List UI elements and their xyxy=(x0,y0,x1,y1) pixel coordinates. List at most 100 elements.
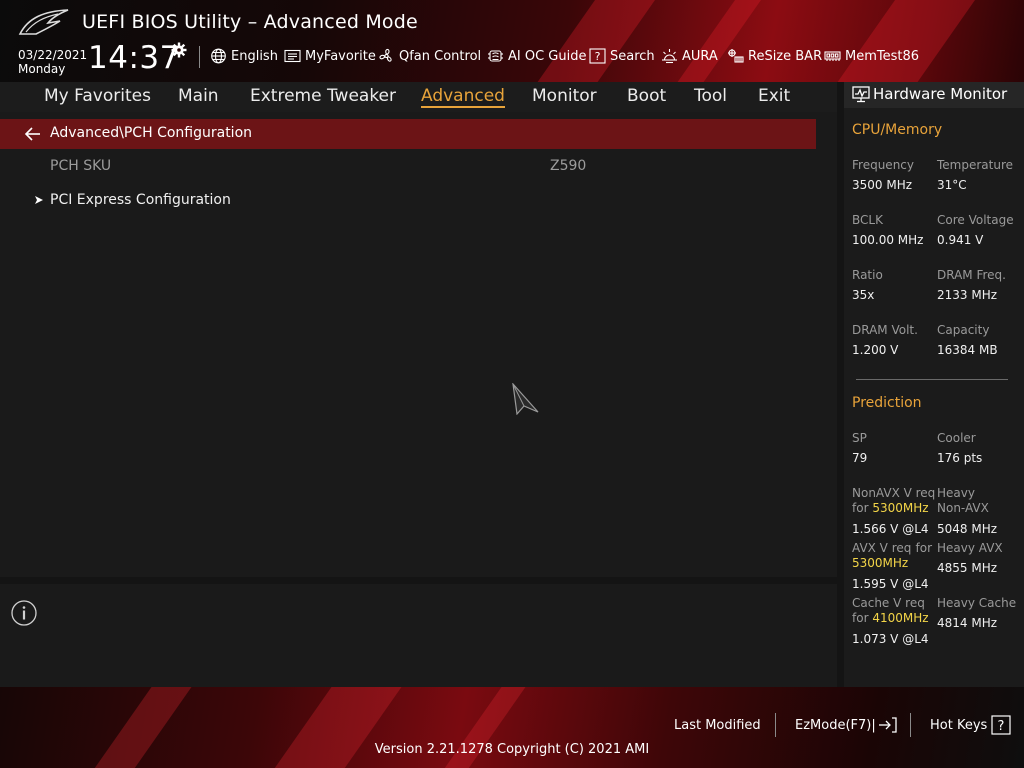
temperature-label: Temperature xyxy=(937,158,1014,172)
ai-chip-icon xyxy=(488,50,503,62)
pci-express-configuration-label: PCI Express Configuration xyxy=(50,192,231,208)
fan-icon xyxy=(379,48,392,62)
monitor-icon xyxy=(852,86,870,103)
header-decor-streak xyxy=(817,0,983,82)
language-button[interactable]: English xyxy=(210,47,278,65)
bclk-label: BCLK xyxy=(852,213,883,227)
breadcrumb-path: Advanced\PCH Configuration xyxy=(50,125,253,141)
sp-value: 79 xyxy=(852,451,868,465)
resize-bar-label: ReSize BAR xyxy=(748,48,823,64)
back-arrow-icon[interactable] xyxy=(24,127,42,141)
cache-vreq-label: Cache V req for 4100MHz xyxy=(852,596,929,626)
header-decor-streak xyxy=(517,0,663,82)
capacity-value: 16384 MB xyxy=(937,343,998,357)
info-icon xyxy=(11,600,37,626)
cooler-value: 176 pts xyxy=(937,451,983,465)
date-display: 03/22/2021 Monday xyxy=(18,48,87,76)
aura-label: AURA xyxy=(682,48,718,64)
heavy-nonavx-label: Heavy Non-AVX xyxy=(937,486,989,516)
rog-logo-icon xyxy=(18,9,69,35)
tab-tool[interactable]: Tool xyxy=(694,86,727,106)
cache-vreq-text: Cache V req xyxy=(852,596,925,610)
hardware-monitor-panel: Hardware Monitor CPU/Memory Frequency 35… xyxy=(844,82,1024,687)
heavy-cache-label: Heavy Cache xyxy=(937,596,1017,610)
heavy-cache-value: 4814 MHz xyxy=(937,616,998,630)
version-text: Version 2.21.1278 Copyright (C) 2021 AMI xyxy=(374,742,650,757)
cache-vreq-value: 1.073 V @L4 xyxy=(852,632,929,646)
memtest86-label: MemTest86 xyxy=(845,48,920,64)
footer-divider xyxy=(775,713,776,737)
ezmode-label: EzMode(F7)| xyxy=(795,717,876,733)
main-menu-tabs: My Favorites Main Extreme Tweaker Advanc… xyxy=(0,82,837,112)
tab-my-favorites[interactable]: My Favorites xyxy=(44,86,151,106)
heavy-avx-label: Heavy AVX xyxy=(937,541,1003,555)
pch-sku-label: PCH SKU xyxy=(50,158,112,174)
aura-light-icon xyxy=(662,49,677,64)
dram-volt-label: DRAM Volt. xyxy=(852,323,918,337)
cpu-memory-section-title: CPU/Memory xyxy=(852,122,943,138)
section-divider xyxy=(856,379,1008,380)
search-question-icon: ? xyxy=(589,48,606,64)
myfavorite-button[interactable]: MyFavorite xyxy=(284,47,376,65)
app-title: UEFI BIOS Utility – Advanced Mode xyxy=(82,11,418,33)
qfan-control-label: Qfan Control xyxy=(399,48,482,64)
help-question-icon: ? xyxy=(991,715,1011,735)
memory-module-icon xyxy=(824,51,841,61)
aura-button[interactable]: AURA xyxy=(661,47,718,65)
nonavx-vreq-value: 1.566 V @L4 xyxy=(852,522,929,536)
heavy-nonavx-value: 5048 MHz xyxy=(937,522,998,536)
memtest86-button[interactable]: MemTest86 xyxy=(824,47,919,65)
settings-panel: Advanced\PCH Configuration PCH SKU Z590 … xyxy=(0,112,837,577)
frequency-label: Frequency xyxy=(852,158,914,172)
resize-bar-icon xyxy=(728,49,744,63)
ai-oc-guide-label: AI OC Guide xyxy=(508,48,587,64)
clock-time: 14:37 xyxy=(88,40,180,76)
last-modified-button[interactable]: Last Modified xyxy=(674,716,761,734)
svg-text:?: ? xyxy=(998,719,1005,734)
search-label: Search xyxy=(610,48,655,64)
header-decor-streak xyxy=(657,0,769,82)
ezmode-button[interactable]: EzMode(F7)| xyxy=(795,716,898,734)
tab-extreme-tweaker[interactable]: Extreme Tweaker xyxy=(250,86,396,106)
dram-volt-value: 1.200 V xyxy=(852,343,899,357)
hardware-monitor-header: Hardware Monitor xyxy=(844,82,1024,108)
dram-freq-label: DRAM Freq. xyxy=(937,268,1006,282)
tab-main[interactable]: Main xyxy=(178,86,219,106)
date-text: 03/22/2021 xyxy=(18,48,88,62)
mouse-cursor-icon xyxy=(512,383,539,415)
nonavx-vreq-label: NonAVX V req for 5300MHz xyxy=(852,486,935,516)
footer-bar: Last Modified EzMode(F7)| Hot Keys ? Ver… xyxy=(0,687,1024,768)
frequency-value: 3500 MHz xyxy=(852,178,913,192)
day-text: Monday xyxy=(18,62,66,76)
footer-divider xyxy=(910,713,911,737)
ratio-label: Ratio xyxy=(852,268,883,282)
ai-oc-guide-button[interactable]: AI OC Guide xyxy=(487,47,586,65)
heavy-nonavx-text-1: Heavy xyxy=(937,486,975,500)
core-voltage-label: Core Voltage xyxy=(937,213,1014,227)
heavy-avx-value: 4855 MHz xyxy=(937,561,998,575)
avx-frequency: 5300MHz xyxy=(852,556,909,570)
avx-for-text: for xyxy=(915,541,933,555)
heavy-nonavx-text-2: Non-AVX xyxy=(937,501,989,515)
qfan-control-button[interactable]: Qfan Control xyxy=(378,47,481,65)
resize-bar-button[interactable]: ReSize BAR xyxy=(727,47,822,65)
tab-exit[interactable]: Exit xyxy=(758,86,790,106)
temperature-value: 31°C xyxy=(937,178,967,192)
cache-for-text: for xyxy=(852,611,869,625)
gear-icon[interactable] xyxy=(171,42,187,58)
hot-keys-button[interactable]: Hot Keys ? xyxy=(930,715,1011,735)
avx-vreq-label: AVX V req for 5300MHz xyxy=(852,541,932,571)
tab-boot[interactable]: Boot xyxy=(627,86,666,106)
tab-monitor[interactable]: Monitor xyxy=(532,86,597,106)
search-button[interactable]: ? Search xyxy=(589,47,655,65)
pch-sku-value: Z590 xyxy=(550,158,587,174)
nonavx-frequency: 5300MHz xyxy=(872,501,929,515)
pci-express-configuration-item[interactable]: PCI Express Configuration xyxy=(34,191,231,209)
svg-text:?: ? xyxy=(595,50,601,63)
hot-keys-label: Hot Keys xyxy=(930,717,988,733)
breadcrumb[interactable]: Advanced\PCH Configuration xyxy=(0,119,816,149)
header-divider xyxy=(199,46,200,68)
tab-advanced[interactable]: Advanced xyxy=(421,86,505,108)
exit-to-ezmode-icon xyxy=(878,717,897,733)
nonavx-for-text: for xyxy=(852,501,869,515)
